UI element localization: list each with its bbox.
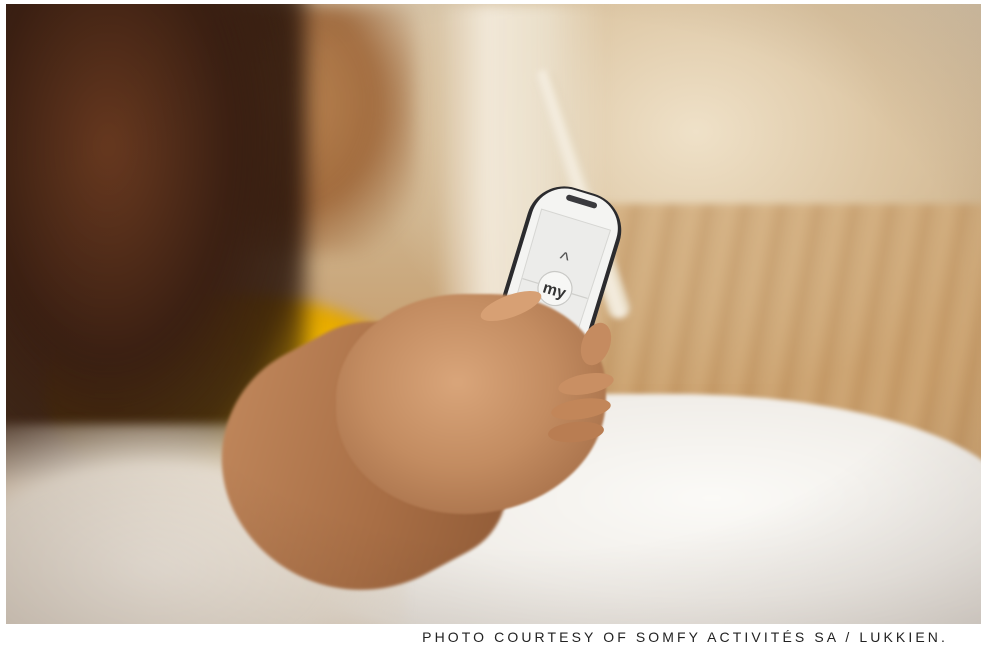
photo: ^ my somfy [6, 4, 981, 624]
photo-credit: PHOTO COURTESY OF SOMFY ACTIVITÉS SA / L… [422, 629, 948, 645]
vignette [6, 4, 981, 624]
image-frame: ^ my somfy PHOTO COURTESY OF SOMFY ACTIV… [0, 0, 981, 656]
